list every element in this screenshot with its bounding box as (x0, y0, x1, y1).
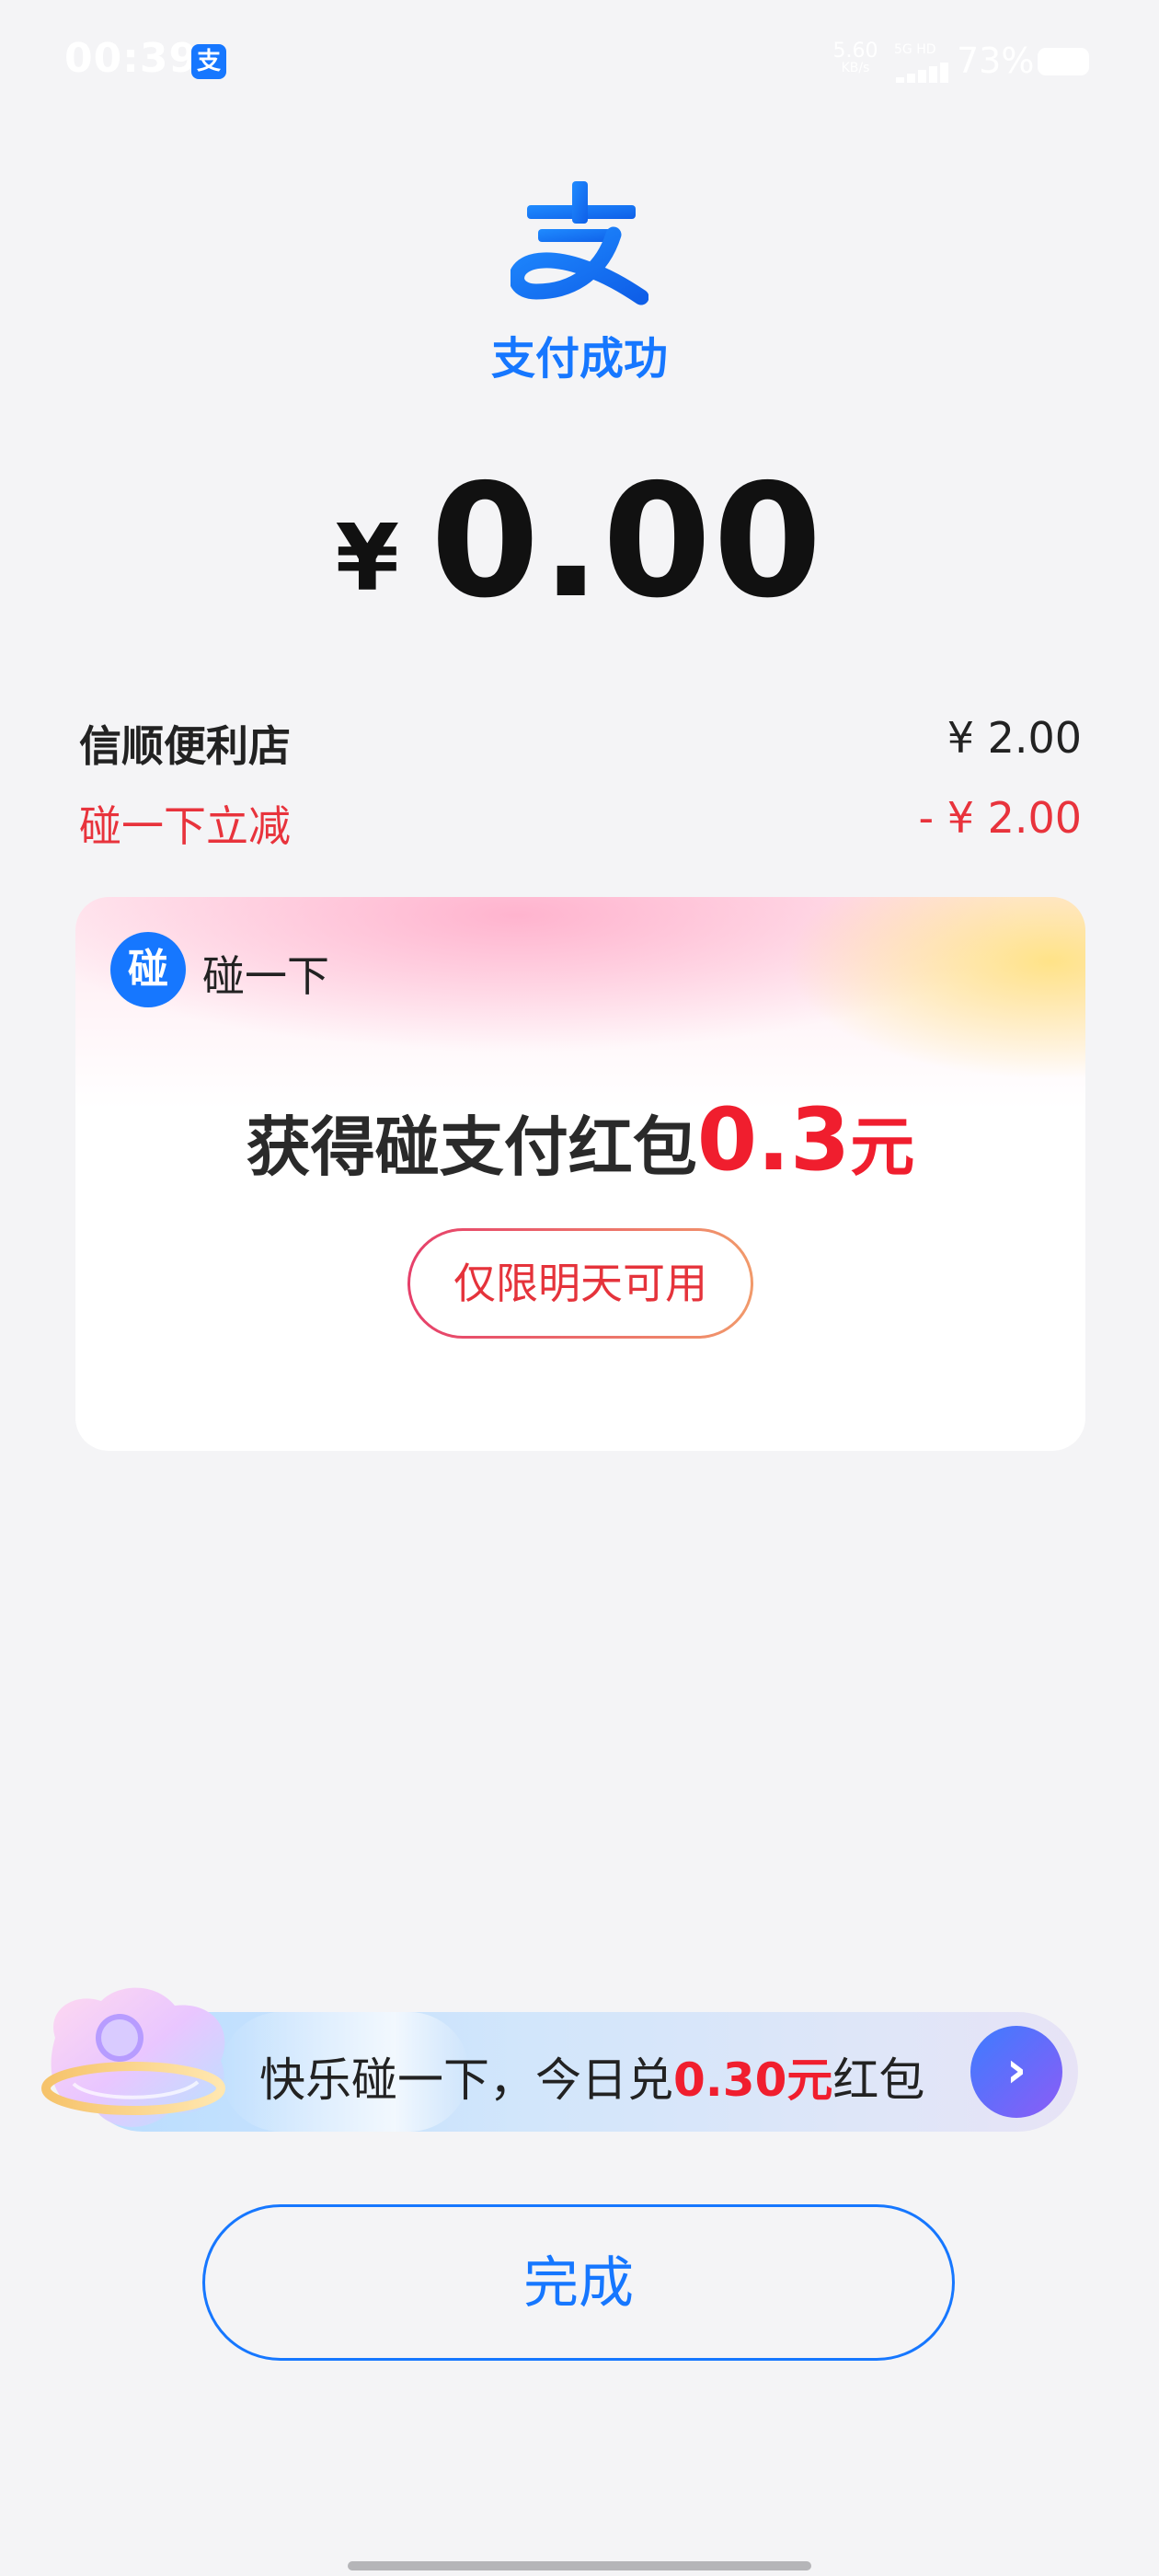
alipay-notification-icon: 支 (191, 44, 226, 79)
discount-row: 碰一下立减 - ¥ 2.00 (79, 793, 1082, 857)
merchant-row: 信顺便利店 ¥ 2.00 (79, 713, 1082, 777)
reward-card[interactable]: 碰 碰一下 获得碰支付红包0.3元 仅限明天可用 (75, 897, 1085, 1451)
network-speed-unit: KB/s (841, 61, 870, 75)
mascot-icon (41, 1987, 225, 2127)
merchant-amount: ¥ 2.00 (947, 713, 1082, 763)
network-speed: 5.60 KB/s (828, 40, 883, 76)
discount-amount: - ¥ 2.00 (918, 793, 1082, 843)
status-bar: 00:39 支 5.60 KB/s 5G HD 73% (0, 0, 1159, 124)
battery-icon (1038, 48, 1089, 75)
reward-unit: 元 (850, 1110, 915, 1185)
card-brand-name: 碰一下 (202, 951, 329, 1001)
promo-text: 快乐碰一下，今日兑0.30元红包 (259, 2043, 924, 2110)
battery-percent: 73% (957, 40, 1035, 81)
payment-success-title: 支付成功 (490, 333, 668, 385)
promo-text-prefix: 快乐碰一下，今日兑 (259, 2053, 673, 2107)
peng-brand-icon: 碰 (110, 932, 186, 1007)
promo-text-suffix: 红包 (832, 2053, 925, 2107)
promo-text-highlight: 0.30元 (673, 2053, 833, 2107)
chevron-right-icon[interactable]: › (970, 2026, 1062, 2118)
network-type-label: 5G HD (894, 42, 936, 57)
status-time: 00:39 (64, 35, 199, 82)
payment-amount: ¥0.00 (0, 451, 1159, 633)
discount-label: 碰一下立减 (79, 801, 291, 851)
done-button[interactable]: 完成 (202, 2204, 955, 2361)
reward-headline-text: 获得碰支付红包 (246, 1110, 697, 1185)
validity-text: 仅限明天可用 (410, 1231, 751, 1336)
signal-icon: 5G HD (894, 42, 949, 83)
reward-headline: 获得碰支付红包0.3元 (75, 1090, 1085, 1190)
validity-badge: 仅限明天可用 (407, 1228, 753, 1339)
network-speed-value: 5.60 (832, 40, 878, 63)
alipay-logo-icon (511, 181, 648, 305)
merchant-name: 信顺便利店 (79, 721, 291, 771)
currency-symbol: ¥ (335, 504, 400, 612)
reward-amount: 0.3 (696, 1090, 851, 1190)
home-indicator[interactable] (348, 2561, 811, 2570)
amount-value: 0.00 (430, 451, 824, 633)
